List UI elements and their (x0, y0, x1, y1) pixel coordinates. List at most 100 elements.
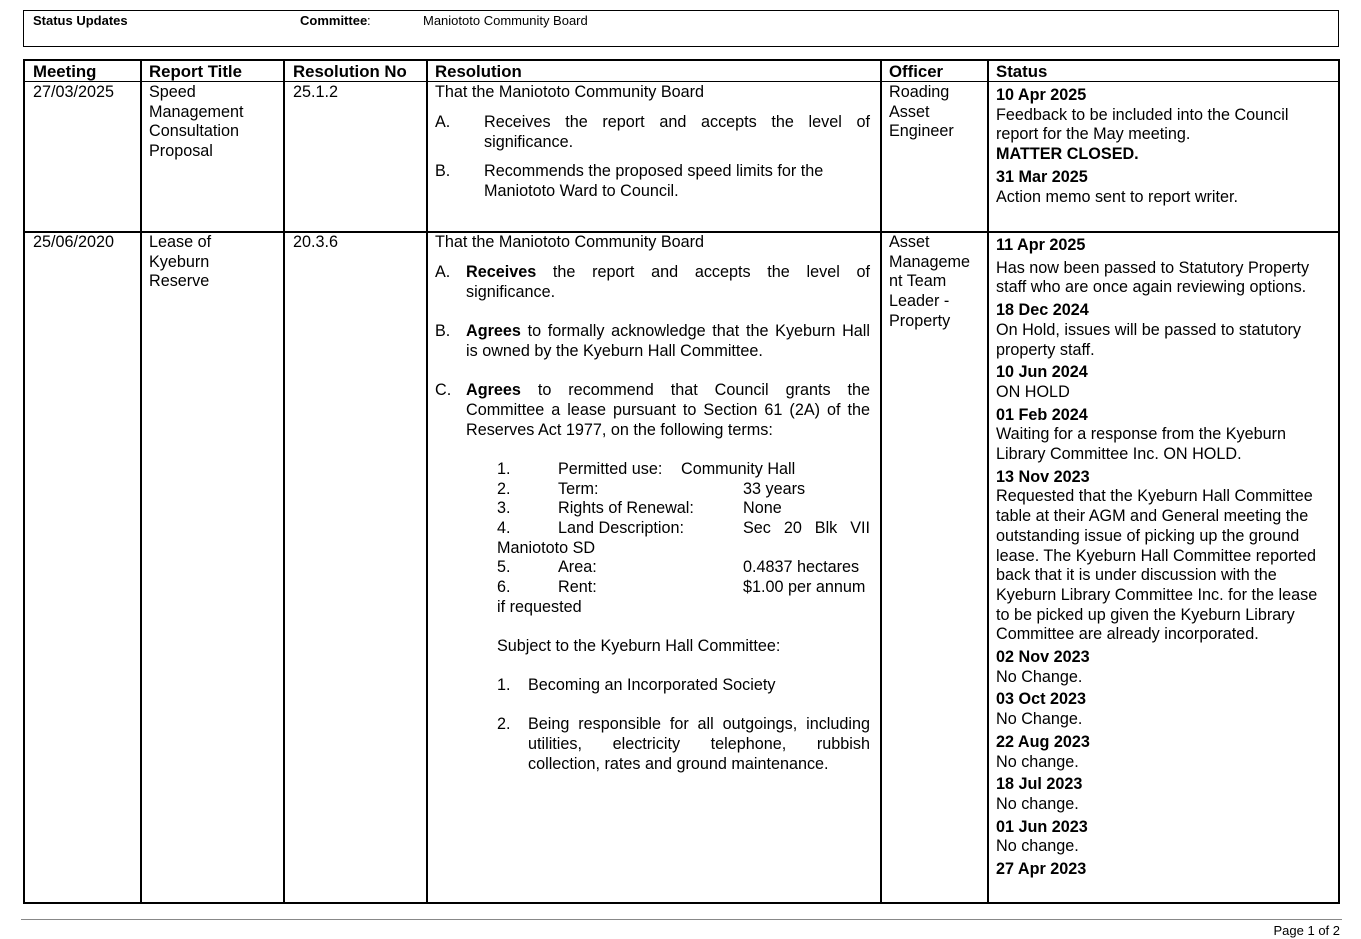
column-divider (426, 61, 428, 902)
status-date: 10 Apr 2025 (996, 86, 1087, 104)
status-text: Has now been passed to Statutory Propert… (996, 258, 1310, 297)
resolution-intro: That the Maniototo Community Board (435, 233, 705, 251)
status-text: No change. (996, 794, 1079, 813)
resolution-text: That the Maniototo Community Board A. Re… (435, 83, 871, 229)
item-letter: A. (435, 113, 451, 131)
officer: Roading Asset Engineer (889, 83, 954, 141)
term-value: Community Hall (681, 460, 796, 478)
item-letter: B. (435, 162, 451, 180)
term-number: 6. (497, 578, 511, 596)
footer-divider (21, 919, 1342, 920)
resolution-item-text: Receives the report and accepts the leve… (484, 113, 870, 131)
status-entry: 02 Nov 2023 No Change. (996, 648, 1331, 687)
status-updates: 10 Apr 2025 Feedback to be included into… (996, 86, 1331, 207)
meeting-date: 25/06/2020 (33, 233, 115, 251)
status-updates-label: Status Updates (33, 13, 128, 28)
status-entry: 10 Jun 2024 ON HOLD (996, 363, 1331, 402)
document-header: Status Updates Committee : Maniototo Com… (23, 10, 1339, 47)
status-date: 31 Mar 2025 (996, 167, 1088, 186)
condition-text: Being responsible for all outgoings, inc… (528, 715, 870, 733)
meeting-date: 27/03/2025 (33, 83, 115, 101)
term-number: 1. (497, 460, 511, 478)
col-header-officer: Officer (889, 62, 944, 81)
resolution-number: 20.3.6 (293, 233, 339, 251)
item-letter: B. (435, 322, 451, 340)
condition-text: utilities, electricity telephone, rubbis… (528, 735, 870, 753)
resolution-intro: That the Maniototo Community Board (435, 83, 705, 101)
term-label: Area: (558, 558, 597, 576)
resolution-number: 25.1.2 (293, 83, 339, 101)
status-entry: 03 Oct 2023 No Change. (996, 690, 1331, 729)
term-number: 5. (497, 558, 511, 576)
resolution-text: That the Maniototo Community Board A. Re… (435, 233, 871, 893)
term-continuation: Maniototo SD (497, 539, 596, 557)
resolution-item-text: significance. (484, 133, 574, 151)
status-date: 01 Feb 2024 (996, 405, 1088, 424)
column-divider (987, 61, 989, 902)
status-text: No Change. (996, 667, 1083, 686)
status-text: Requested that the Kyeburn Hall Committe… (996, 487, 1318, 644)
status-text: No Change. (996, 710, 1083, 729)
status-updates: 11 Apr 2025 Has now been passed to Statut… (996, 236, 1331, 900)
term-value: None (743, 499, 782, 517)
term-continuation: if requested (497, 598, 582, 616)
status-entry: 01 Jun 2023 No change. (996, 818, 1331, 857)
status-text: ON HOLD (996, 382, 1070, 401)
status-date: 13 Nov 2023 (996, 467, 1090, 486)
status-entry: 13 Nov 2023 Requested that the Kyeburn Ha… (996, 468, 1331, 645)
status-text: No change. (996, 752, 1079, 771)
term-label: Rent: (558, 578, 597, 596)
resolution-item-text: significance. (466, 283, 556, 301)
condition-text: Becoming an Incorporated Society (528, 676, 776, 694)
committee-colon: : (367, 13, 371, 28)
status-date: 11 Apr 2025 (996, 236, 1086, 254)
column-divider (283, 61, 285, 902)
condition-number: 1. (497, 676, 511, 694)
term-value: Sec 20 Blk VII (743, 519, 870, 537)
report-title: Lease of Kyeburn Reserve (149, 233, 212, 291)
status-text: On Hold, issues will be passed to statut… (996, 320, 1302, 359)
resolution-item-text: Maniototo Ward to Council. (484, 182, 679, 200)
status-date: 18 Jul 2023 (996, 775, 1083, 794)
term-label: Permitted use: (558, 460, 663, 478)
resolution-item-text: Receives the report and accepts the leve… (466, 263, 870, 281)
col-header-report-title: Report Title (149, 62, 242, 81)
resolution-item-text: Agrees to formally acknowledge that the … (466, 322, 870, 340)
status-date: 22 Aug 2023 (996, 732, 1090, 751)
term-value: 0.4837 hectares (743, 558, 860, 576)
term-number: 3. (497, 499, 511, 517)
status-date: 03 Oct 2023 (996, 690, 1086, 709)
resolution-item-text: is owned by the Kyeburn Hall Committee. (466, 342, 763, 360)
report-title: Speed Management Consultation Proposal (149, 83, 244, 161)
term-label: Rights of Renewal: (558, 499, 694, 517)
status-closed: MATTER CLOSED. (996, 145, 1139, 164)
column-divider (880, 61, 882, 902)
status-text: Action memo sent to report writer. (996, 187, 1239, 206)
condition-text: collection, rates and ground maintenance… (528, 755, 829, 773)
term-label: Term: (558, 480, 599, 498)
column-divider (140, 61, 142, 902)
status-date: 18 Dec 2024 (996, 301, 1089, 320)
status-text: No change. (996, 837, 1079, 856)
condition-number: 2. (497, 715, 511, 733)
status-entry: 01 Feb 2024 Waiting for a response from t… (996, 406, 1331, 465)
term-value: $1.00 per annum (743, 578, 866, 596)
col-header-meeting: Meeting (33, 62, 97, 81)
col-header-resolution: Resolution (435, 62, 522, 81)
subject-line: Subject to the Kyeburn Hall Committee: (497, 637, 781, 655)
status-entry: 22 Aug 2023 No change. (996, 733, 1331, 772)
status-date: 01 Jun 2023 (996, 817, 1088, 836)
status-entry: 11 Apr 2025 Has now been passed to Statut… (996, 236, 1331, 298)
committee-label: Committee (300, 13, 368, 28)
term-label: Land Description: (558, 519, 684, 537)
status-entry: 27 Apr 2023 (996, 860, 1331, 880)
status-date: 10 Jun 2024 (996, 363, 1088, 382)
status-text: Waiting for a response from the Kyeburn … (996, 425, 1287, 464)
item-letter: C. (435, 381, 452, 399)
status-date: 27 Apr 2023 (996, 860, 1087, 879)
resolution-item-text: Committee a lease pursuant to Section 61… (466, 401, 870, 419)
resolution-item-text: Agrees to recommend that Council grants … (466, 381, 871, 399)
resolution-item-text: Recommends the proposed speed limits for… (484, 162, 824, 180)
officer: Asset Manageme nt Team Leader - Property (889, 233, 970, 330)
status-entry: 18 Jul 2023 No change. (996, 775, 1331, 814)
